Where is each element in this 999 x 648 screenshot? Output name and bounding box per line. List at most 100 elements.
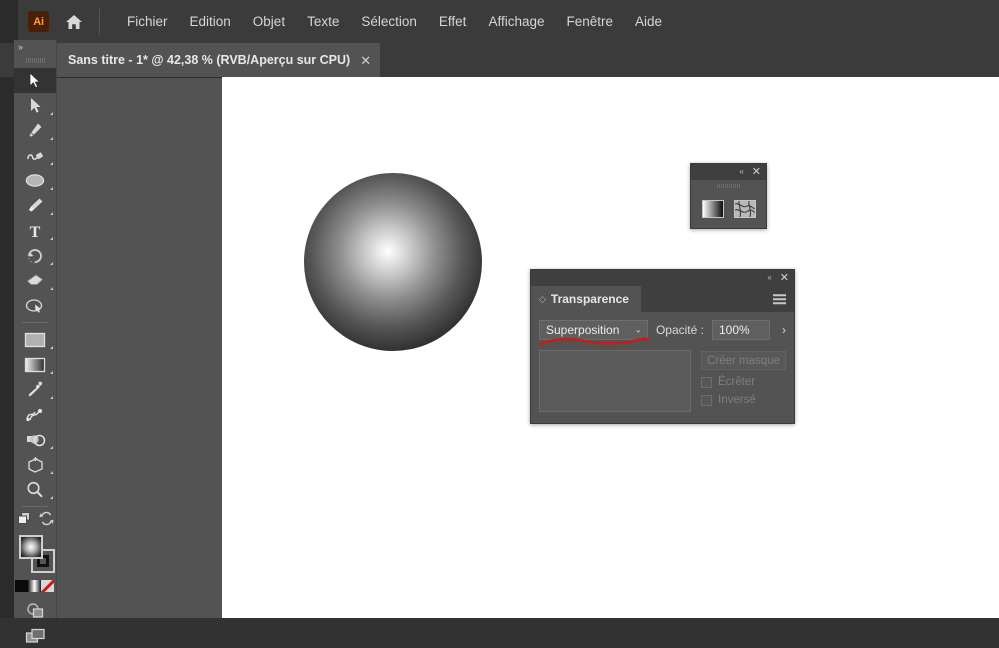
arrange-row [14, 511, 56, 531]
tool-list: T [14, 68, 56, 648]
clip-checkbox-label: Écrêter [718, 376, 756, 388]
close-icon[interactable]: ✕ [360, 54, 371, 67]
tool-flyout-indicator [50, 237, 53, 240]
menu-item-effet[interactable]: Effet [428, 10, 478, 33]
menu-item-fenetre[interactable]: Fenêtre [555, 10, 624, 33]
swap-arrows-icon[interactable] [38, 511, 54, 531]
menu-item-fichier[interactable]: Fichier [116, 10, 179, 33]
clip-checkbox-row[interactable]: Écrêter [701, 376, 786, 388]
pattern-swatch-icon[interactable] [733, 200, 756, 218]
tool-flyout-indicator [50, 112, 53, 115]
blend-opacity-row: Superposition ⌄ Opacité : 100% › [531, 312, 794, 340]
create-mask-button[interactable]: Créer masque [701, 351, 786, 370]
invert-checkbox[interactable] [701, 394, 712, 406]
menu-item-aide[interactable]: Aide [624, 10, 673, 33]
close-icon[interactable]: ✕ [780, 272, 789, 284]
ai-logo-icon[interactable]: Ai [28, 11, 49, 32]
selection-tool[interactable] [14, 68, 56, 93]
gradient-swatch-icon[interactable] [701, 200, 724, 218]
perspective-grid-tool[interactable] [14, 452, 56, 477]
tool-flyout-indicator [50, 396, 53, 399]
tab-diamond-icon: ◇ [539, 293, 546, 304]
shape-builder-tool[interactable] [14, 427, 56, 452]
pen-tool[interactable] [14, 118, 56, 143]
direct-selection-tool[interactable] [14, 93, 56, 118]
illustrator-window: Ai Fichier Edition Objet Texte Sélection… [0, 0, 999, 643]
tool-flyout-indicator [50, 471, 53, 474]
toolbar-grip-handle[interactable] [14, 54, 56, 66]
blend-tool[interactable] [14, 402, 56, 427]
none-icon[interactable] [41, 580, 54, 592]
tool-flyout-indicator [50, 446, 53, 449]
eyedropper-tool[interactable] [14, 377, 56, 402]
collapse-icon[interactable]: « [767, 274, 772, 282]
tool-flyout-indicator [50, 187, 53, 190]
mini-panel-grip[interactable] [691, 180, 766, 191]
tool-flyout-indicator [50, 287, 53, 290]
menubar-divider [99, 8, 100, 35]
screen-mode-icon[interactable] [14, 623, 56, 648]
rotate-tool[interactable] [14, 243, 56, 268]
transparency-tab-row: ◇ Transparence [531, 286, 794, 312]
drawing-mode-icon[interactable] [14, 598, 56, 623]
panel-menu-icon[interactable] [773, 294, 786, 304]
tool-flyout-indicator [50, 137, 53, 140]
curvature-tool[interactable] [14, 143, 56, 168]
opacity-label: Opacité : [655, 323, 704, 337]
fill-stroke-swatches [14, 533, 56, 577]
transparency-panel[interactable]: « ✕ ◇ Transparence Superposition ⌄ Opaci… [530, 269, 795, 424]
opacity-stepper-icon[interactable]: › [782, 323, 786, 337]
mini-panel-titlebar[interactable]: « ✕ [691, 164, 766, 180]
menu-item-texte[interactable]: Texte [296, 10, 350, 33]
free-transform-tool[interactable] [14, 293, 56, 318]
left-rail [0, 0, 14, 618]
tab-transparence-label: Transparence [550, 292, 629, 306]
tools-panel: » T [14, 40, 57, 643]
toolbar-divider [22, 322, 48, 323]
menu-item-objet[interactable]: Objet [242, 10, 296, 33]
type-tool[interactable]: T [14, 218, 56, 243]
document-tab-title: Sans titre - 1* @ 42,38 % (RVB/Aperçu su… [68, 53, 351, 67]
tool-flyout-indicator [50, 496, 53, 499]
tool-flyout-indicator [50, 346, 53, 349]
menu-bar: Ai Fichier Edition Objet Texte Sélection… [0, 0, 999, 43]
gradient-tool[interactable] [14, 352, 56, 377]
color-black-icon[interactable] [15, 580, 28, 592]
toolbar-expand-chevron-icon[interactable]: » [14, 40, 56, 54]
document-tab[interactable]: Sans titre - 1* @ 42,38 % (RVB/Aperçu su… [55, 43, 381, 77]
clip-checkbox[interactable] [701, 376, 712, 388]
blend-mode-select[interactable]: Superposition ⌄ [539, 320, 648, 340]
collapse-icon[interactable]: « [739, 168, 744, 176]
menu-item-selection[interactable]: Sélection [350, 10, 428, 33]
eraser-tool[interactable] [14, 268, 56, 293]
color-mode-strip [15, 580, 55, 592]
invert-checkbox-row[interactable]: Inversé [701, 394, 786, 406]
gradient-pattern-panel[interactable]: « ✕ [690, 163, 767, 229]
mask-controls: Créer masque Écrêter Inversé [701, 350, 786, 412]
ellipse-tool[interactable] [14, 168, 56, 193]
gradient-icon[interactable] [28, 580, 41, 592]
close-icon[interactable]: ✕ [752, 166, 761, 178]
tool-flyout-indicator [50, 371, 53, 374]
sphere-object[interactable] [304, 173, 482, 351]
fill-swatch[interactable] [19, 535, 43, 559]
ai-logo-text: Ai [33, 15, 44, 28]
paintbrush-tool[interactable] [14, 193, 56, 218]
menubar-left-edge [0, 0, 18, 43]
menu-item-affichage[interactable]: Affichage [477, 10, 555, 33]
document-tab-bar: Sans titre - 1* @ 42,38 % (RVB/Aperçu su… [0, 43, 999, 78]
transparency-panel-titlebar[interactable]: « ✕ [531, 270, 794, 286]
menu-item-edition[interactable]: Edition [179, 10, 242, 33]
stack-icon[interactable] [17, 511, 33, 531]
blend-mode-value: Superposition [546, 323, 620, 337]
zoom-tool[interactable] [14, 477, 56, 502]
tool-flyout-indicator [50, 262, 53, 265]
opacity-input[interactable]: 100% [711, 320, 770, 340]
rectangle-tool[interactable] [14, 327, 56, 352]
transparency-thumbnail[interactable] [539, 350, 691, 412]
invert-checkbox-label: Inversé [718, 394, 756, 406]
tab-transparence[interactable]: ◇ Transparence [531, 286, 641, 312]
menu-items: Fichier Edition Objet Texte Sélection Ef… [116, 10, 673, 33]
chevron-down-icon: ⌄ [634, 324, 642, 335]
home-icon[interactable] [63, 11, 85, 33]
